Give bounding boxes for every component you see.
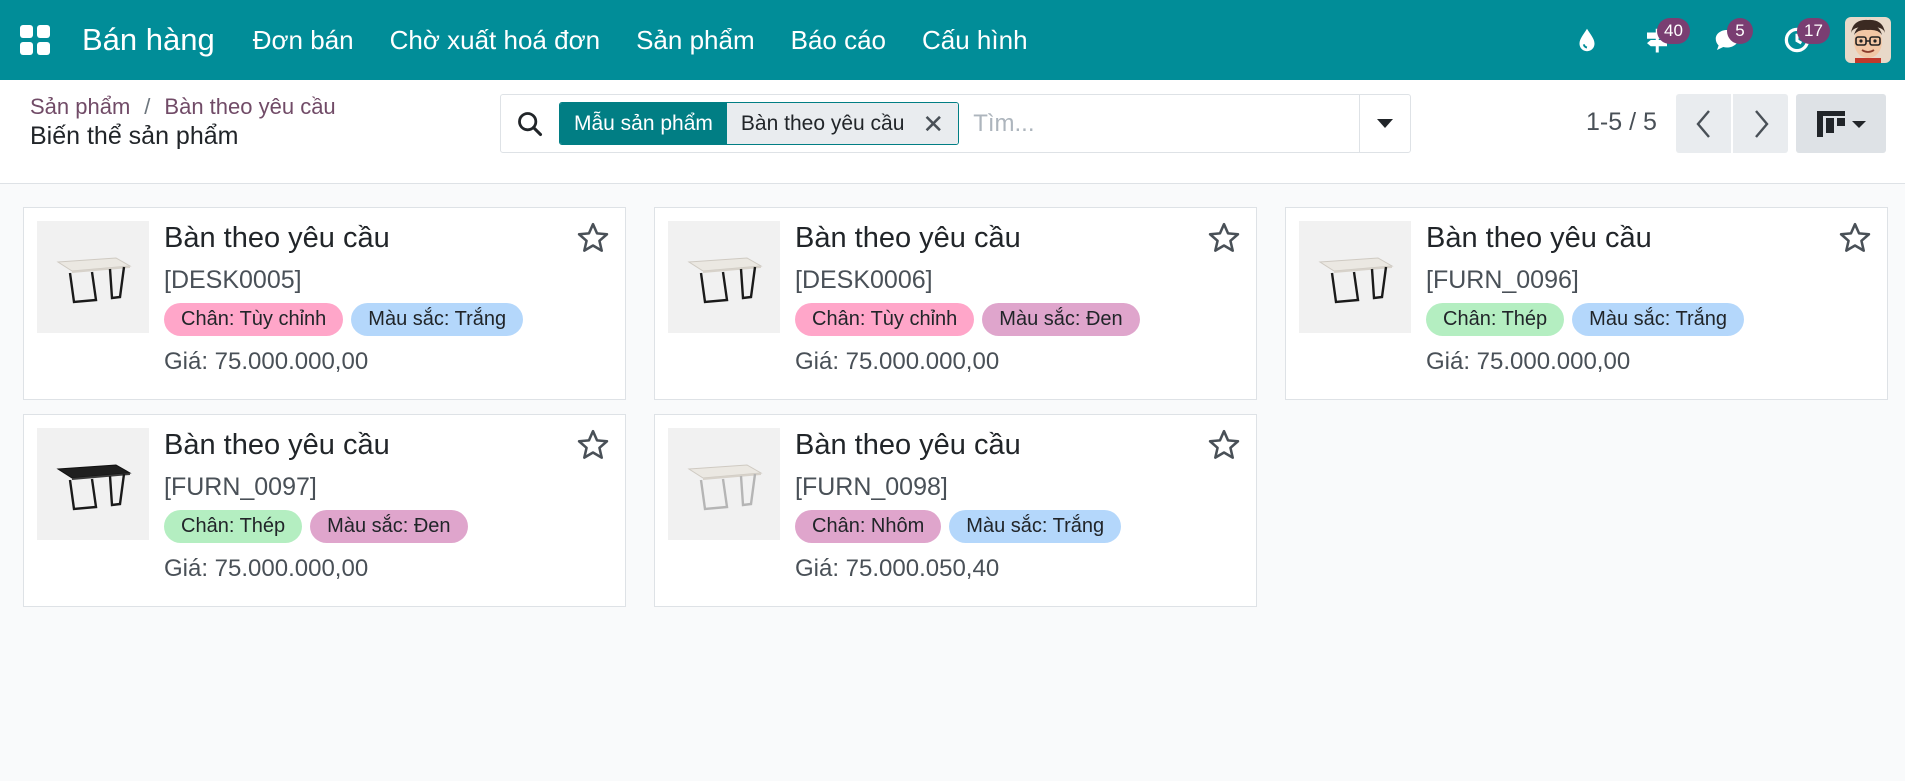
systray: 40 5 17 [1539,0,1891,80]
clock-count-badge: 17 [1797,18,1830,44]
product-name: Bàn theo yêu cầu [795,222,1021,254]
menu-item-products[interactable]: Sản phẩm [636,25,755,56]
view-switcher-button[interactable] [1796,94,1886,153]
menu-item-orders[interactable]: Đơn bán [253,25,354,56]
facet-label: Mẫu sản phẩm [560,103,727,144]
product-code: [FURN_0097] [164,473,317,501]
attribute-tag: Màu sắc: Đen [982,303,1140,336]
facet-value: Bàn theo yêu cầu ✕ [726,103,959,144]
product-name: Bàn theo yêu cầu [164,222,390,254]
product-image [1299,221,1411,333]
attribute-tag: Chân: Thép [1426,303,1565,336]
app-grid-icon[interactable] [20,25,50,55]
product-price: Giá: 75.000.000,00 [1426,348,1631,375]
attribute-tag: Chân: Nhôm [795,510,942,543]
pager-next-button[interactable] [1733,94,1788,153]
star-favorite-icon[interactable] [1206,427,1242,463]
clock-icon[interactable]: 17 [1775,18,1830,62]
control-panel: Sản phẩm / Bàn theo yêu cầu Biến thể sản p… [0,80,1905,184]
product-price: Giá: 75.000.000,00 [795,348,1000,375]
menu-item-configuration[interactable]: Cấu hình [922,25,1028,56]
drop-icon[interactable] [1565,18,1609,62]
star-favorite-icon[interactable] [1206,220,1242,256]
search-input[interactable] [973,109,1334,138]
caret-down-icon [1377,119,1393,128]
product-card[interactable]: Bàn theo yêu cầu [FURN_0097] Chân: Thép … [23,414,626,607]
attribute-tag: Màu sắc: Đen [310,510,468,543]
kanban-view-icon [1817,110,1866,137]
messages-count-badge: 5 [1727,18,1753,44]
facet-value-text: Bàn theo yêu cầu [740,111,905,135]
attribute-tags: Chân: Tùy chỉnh Màu sắc: Trắng [164,303,531,336]
product-price: Giá: 75.000.000,00 [164,348,369,375]
breadcrumb-root[interactable]: Sản phẩm [30,94,130,119]
pager-previous-button[interactable] [1676,94,1731,153]
menu-item-to-invoice[interactable]: Chờ xuất hoá đơn [390,25,600,56]
attribute-tag: Màu sắc: Trắng [949,510,1122,543]
pager-value[interactable]: 1-5 / 5 [1586,108,1657,137]
menu-item-reporting[interactable]: Báo cáo [791,25,886,56]
chevron-right-icon [1754,109,1769,138]
breadcrumb: Sản phẩm / Bàn theo yêu cầu [30,94,336,120]
product-code: [DESK0006] [795,266,933,294]
attribute-tag: Chân: Thép [164,510,303,543]
search-icon[interactable] [501,110,559,138]
product-image [668,428,780,540]
chevron-left-icon [1695,109,1710,138]
product-name: Bàn theo yêu cầu [1426,222,1652,254]
page-title: Biến thể sản phẩm [30,122,239,150]
attribute-tag: Màu sắc: Trắng [351,303,524,336]
search-bar: Mẫu sản phẩm Bàn theo yêu cầu ✕ [500,94,1411,153]
activity-signpost-icon[interactable]: 40 [1635,18,1690,62]
product-card[interactable]: Bàn theo yêu cầu [FURN_0096] Chân: Thép … [1285,207,1888,400]
star-favorite-icon[interactable] [575,427,611,463]
attribute-tag: Chân: Tùy chỉnh [164,303,344,336]
activity-count-badge: 40 [1657,18,1690,44]
attribute-tags: Chân: Tùy chỉnh Màu sắc: Đen [795,303,1148,336]
product-code: [FURN_0098] [795,473,948,501]
app-brand[interactable]: Bán hàng [82,22,215,58]
product-code: [DESK0005] [164,266,302,294]
product-image [37,428,149,540]
attribute-tag: Màu sắc: Trắng [1572,303,1744,336]
product-price: Giá: 75.000.000,00 [164,555,369,582]
breadcrumb-current[interactable]: Bàn theo yêu cầu [164,94,335,119]
user-avatar[interactable] [1845,17,1891,63]
attribute-tags: Chân: Thép Màu sắc: Đen [164,510,476,543]
product-card[interactable]: Bàn theo yêu cầu [DESK0006] Chân: Tùy ch… [654,207,1257,400]
attribute-tags: Chân: Thép Màu sắc: Trắng [1426,303,1752,336]
top-navbar: Bán hàng Đơn bán Chờ xuất hoá đơn Sản ph… [0,0,1905,80]
search-options-toggle[interactable] [1359,95,1410,152]
main-menu: Đơn bán Chờ xuất hoá đơn Sản phẩm Báo cá… [253,25,1064,56]
attribute-tags: Chân: Nhôm Màu sắc: Trắng [795,510,1129,543]
product-image [668,221,780,333]
breadcrumb-separator: / [144,94,151,119]
star-favorite-icon[interactable] [575,220,611,256]
messages-icon[interactable]: 5 [1705,18,1753,62]
product-name: Bàn theo yêu cầu [795,429,1021,461]
product-image [37,221,149,333]
product-card[interactable]: Bàn theo yêu cầu [FURN_0098] Chân: Nhôm … [654,414,1257,607]
attribute-tag: Chân: Tùy chỉnh [795,303,975,336]
facet-remove-icon[interactable]: ✕ [922,111,944,137]
product-card[interactable]: Bàn theo yêu cầu [DESK0005] Chân: Tùy ch… [23,207,626,400]
product-name: Bàn theo yêu cầu [164,429,390,461]
product-price: Giá: 75.000.050,40 [795,555,1000,582]
search-facet: Mẫu sản phẩm Bàn theo yêu cầu ✕ [559,102,960,145]
product-code: [FURN_0096] [1426,266,1579,294]
star-favorite-icon[interactable] [1837,220,1873,256]
